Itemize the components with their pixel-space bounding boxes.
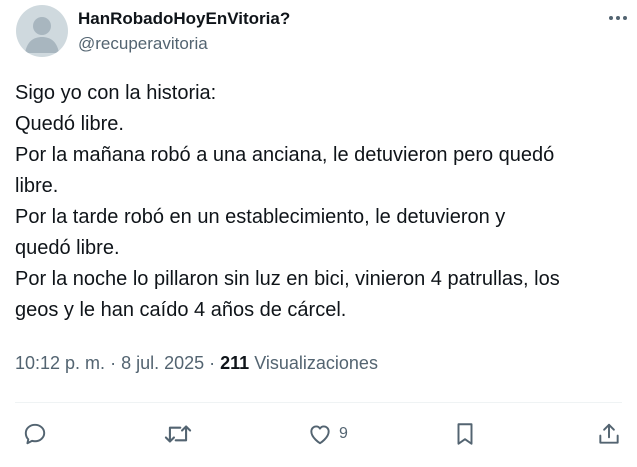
avatar[interactable] (16, 5, 68, 57)
tweet-meta: 10:12 p. m. · 8 jul. 2025 · 211 Visualiz… (15, 353, 378, 374)
like-button[interactable]: 9 (307, 420, 348, 448)
divider (15, 402, 622, 403)
views-count: 211 (220, 353, 250, 373)
default-profile-icon (25, 17, 59, 53)
bookmark-button[interactable] (453, 420, 477, 448)
repost-icon (164, 425, 192, 443)
tweet-text: Sigo yo con la historia: Quedó libre. Po… (15, 78, 627, 326)
views-label: Visualizaciones (254, 353, 378, 373)
author-name[interactable]: HanRobadoHoyEnVitoria? (78, 9, 290, 29)
meta-separator: · (204, 353, 221, 373)
repost-button[interactable] (163, 420, 193, 448)
meta-separator: · (105, 353, 122, 373)
like-count: 9 (339, 425, 348, 442)
tweet-line: Quedó libre. (15, 113, 124, 135)
tweet-line: libre. (15, 175, 59, 197)
tweet-time[interactable]: 10:12 p. m. (15, 353, 105, 373)
tweet-line: Por la tarde robó en un establecimiento,… (15, 206, 506, 228)
tweet-line: Por la noche lo pillaron sin luz en bici… (15, 268, 560, 290)
tweet-line: quedó libre. (15, 237, 120, 259)
author-handle[interactable]: @recuperavitoria (78, 34, 208, 54)
share-button[interactable] (596, 420, 622, 448)
tweet-date[interactable]: 8 jul. 2025 (121, 353, 204, 373)
more-options-button[interactable] (603, 10, 633, 26)
tweet-line: geos y le han caído 4 años de cárcel. (15, 299, 347, 321)
reply-icon (24, 423, 46, 445)
more-horizontal-icon (609, 16, 627, 20)
share-icon (599, 423, 619, 444)
bookmark-icon (457, 423, 473, 445)
tweet-line: Por la mañana robó a una anciana, le det… (15, 144, 555, 166)
tweet-line: Sigo yo con la historia: (15, 82, 217, 104)
heart-icon (310, 425, 330, 445)
reply-button[interactable] (22, 420, 48, 448)
